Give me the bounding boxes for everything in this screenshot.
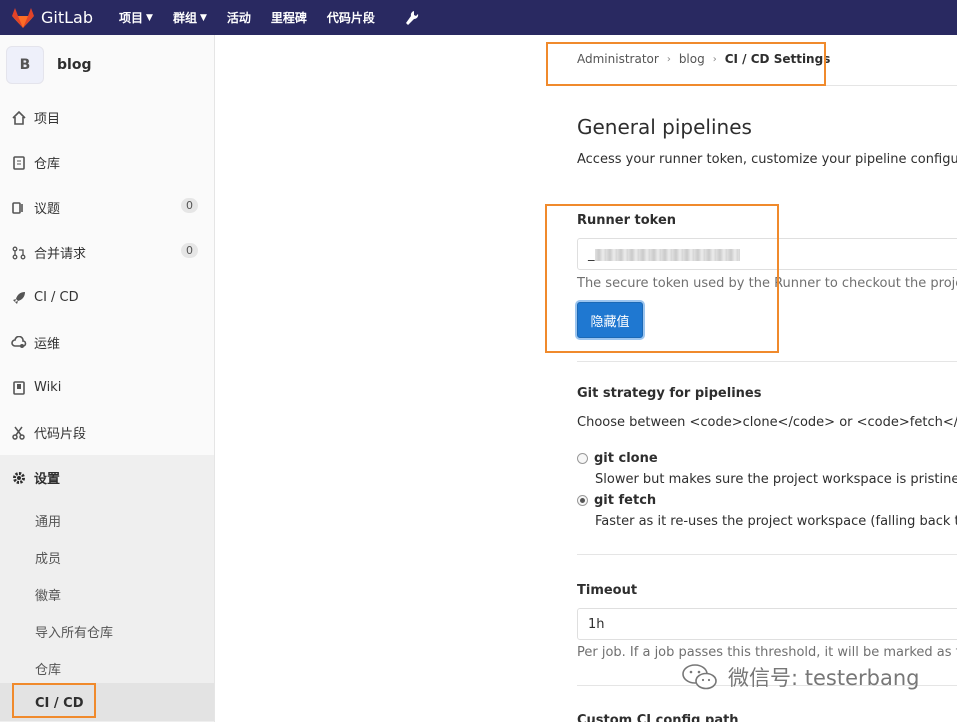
sidebar-item-label: Wiki (34, 380, 62, 395)
custom-ci-path-label: Custom CI config path (577, 713, 739, 722)
git-clone-radio[interactable] (577, 453, 588, 464)
timeout-label: Timeout (577, 583, 638, 598)
main-content: Administrator › blog › CI / CD Settings … (215, 35, 957, 722)
gitlab-home-link[interactable]: GitLab (12, 7, 93, 28)
git-strategy-title: Git strategy for pipelines (577, 386, 762, 401)
chevron-down-icon: ▼ (146, 12, 153, 23)
nav-milestones-label: 里程碑 (270, 11, 307, 25)
rocket-icon (10, 291, 28, 305)
sidebar-item-issues[interactable]: 议题 0 (0, 185, 214, 230)
git-clone-option[interactable]: git clone (577, 451, 658, 466)
wechat-icon (682, 664, 717, 690)
annotation-highlight-runner-token (545, 204, 779, 353)
git-clone-help: Slower but makes sure the project worksp… (595, 472, 957, 487)
sidebar-item-label: CI / CD (34, 290, 79, 305)
git-fetch-radio[interactable] (577, 495, 588, 506)
annotation-highlight-ci-cd (12, 683, 96, 718)
sidebar-item-label: 合并请求 (34, 247, 87, 262)
issues-icon (10, 201, 28, 215)
sidebar-item-ci-cd[interactable]: CI / CD (0, 275, 214, 320)
nav-projects-label: 项目 (119, 11, 144, 25)
nav-activity-label: 活动 (226, 11, 251, 25)
timeout-help: Per job. If a job passes this threshold,… (577, 645, 957, 660)
annotation-highlight-breadcrumb (546, 42, 826, 86)
git-fetch-option[interactable]: git fetch (577, 493, 656, 508)
merge-request-icon (10, 246, 28, 260)
git-strategy-description: Choose between <code>clone</code> or <co… (577, 415, 957, 430)
sidebar-item-merge-requests[interactable]: 合并请求 0 (0, 230, 214, 275)
nav-snippets[interactable]: 代码片段 (327, 9, 375, 26)
brand-name: GitLab (41, 8, 93, 27)
issues-count-badge: 0 (181, 198, 198, 213)
sidebar-item-snippets[interactable]: 代码片段 (0, 410, 214, 455)
nav-groups[interactable]: 群组 ▼ (173, 9, 207, 26)
sidebar-item-operations[interactable]: 运维 (0, 320, 214, 365)
settings-subitem-general[interactable]: 通用 (35, 511, 61, 530)
settings-subitem-repository[interactable]: 仓库 (35, 659, 61, 678)
gear-icon (10, 471, 28, 485)
chevron-down-icon: ▼ (199, 12, 207, 23)
nav-activity[interactable]: 活动 (227, 9, 251, 26)
wrench-icon (405, 10, 419, 25)
git-clone-label: git clone (594, 451, 658, 466)
doc-icon (10, 155, 28, 170)
sidebar-item-settings[interactable]: 设置 (0, 455, 214, 500)
timeout-input[interactable]: 1h (577, 608, 957, 640)
git-fetch-help: Faster as it re-uses the project workspa… (595, 514, 957, 529)
divider (577, 361, 957, 362)
nav-milestones[interactable]: 里程碑 (271, 9, 307, 26)
project-header[interactable]: B blog (0, 35, 214, 95)
nav-snippets-label: 代码片段 (326, 11, 375, 25)
book-icon (10, 380, 28, 395)
nav-projects[interactable]: 项目 ▼ (119, 9, 153, 26)
project-sidebar: B blog 项目 仓库 议题 0 合并请求 0 CI / CD 运维 Wiki… (0, 35, 215, 722)
wechat-watermark: 微信号: testerbang (680, 662, 919, 692)
settings-subitem-members[interactable]: 成员 (35, 548, 61, 567)
radio-checked-dot (580, 498, 585, 503)
section-title: General pipelines (577, 115, 752, 139)
settings-subitem-badges[interactable]: 徽章 (35, 585, 61, 604)
merge-requests-count-badge: 0 (181, 243, 198, 258)
sidebar-item-label: 仓库 (34, 157, 61, 172)
sidebar-item-repository[interactable]: 仓库 (0, 140, 214, 185)
sidebar-item-label: 项目 (34, 112, 61, 127)
sidebar-item-wiki[interactable]: Wiki (0, 365, 214, 410)
sidebar-item-label: 代码片段 (34, 427, 87, 442)
sidebar-item-label: 设置 (34, 472, 61, 487)
watermark-text: 微信号: testerbang (728, 666, 920, 690)
sidebar-item-label: 议题 (34, 202, 61, 217)
section-description: Access your runner token, customize your… (577, 152, 957, 167)
top-navbar: GitLab 项目 ▼ 群组 ▼ 活动 里程碑 代码片段 (0, 0, 957, 35)
nav-groups-label: 群组 (172, 11, 197, 25)
cloud-gear-icon (10, 335, 28, 350)
git-fetch-label: git fetch (594, 493, 657, 508)
divider (577, 554, 957, 555)
sidebar-item-project[interactable]: 项目 (0, 95, 214, 140)
project-name: blog (57, 57, 92, 73)
project-avatar: B (6, 46, 44, 84)
home-icon (10, 110, 28, 125)
admin-area-button[interactable] (405, 10, 419, 26)
gitlab-logo-icon (12, 7, 34, 28)
scissors-icon (10, 426, 28, 440)
sidebar-item-label: 运维 (34, 337, 61, 352)
settings-subitem-import-repos[interactable]: 导入所有仓库 (35, 622, 113, 641)
